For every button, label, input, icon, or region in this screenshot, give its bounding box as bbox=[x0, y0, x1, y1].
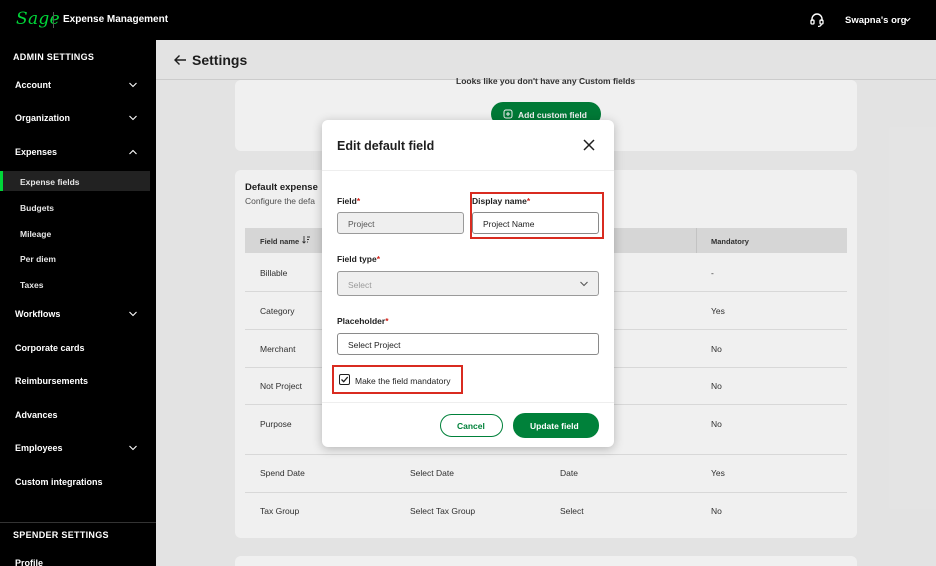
sidebar-item-label: Mileage bbox=[20, 229, 52, 239]
sidebar-item-custom-integrations[interactable]: Custom integrations bbox=[0, 472, 156, 492]
field-type-label-text: Field type bbox=[337, 254, 377, 264]
sidebar-item-label: Custom integrations bbox=[15, 477, 103, 487]
sidebar-item-corporate-cards[interactable]: Corporate cards bbox=[0, 338, 156, 358]
chevron-down-icon bbox=[129, 115, 137, 121]
modal-title: Edit default field bbox=[337, 139, 435, 153]
chevron-down-icon[interactable] bbox=[903, 15, 912, 24]
app-title: Expense Management bbox=[63, 14, 169, 25]
required-mark: * bbox=[385, 316, 389, 326]
sidebar-item-workflows[interactable]: Workflows bbox=[0, 304, 156, 324]
modal-divider bbox=[322, 170, 614, 171]
sidebar-item-profile[interactable]: Profile bbox=[0, 553, 156, 566]
placeholder-input[interactable]: Select Project bbox=[337, 333, 599, 355]
field-input: Project bbox=[337, 212, 464, 234]
sidebar-divider bbox=[0, 522, 156, 523]
sidebar-item-label: Expense fields bbox=[20, 177, 80, 187]
chevron-down-icon bbox=[129, 445, 137, 451]
sidebar-item-budgets[interactable]: Budgets bbox=[0, 197, 156, 217]
mandatory-checkbox-label[interactable]: Make the field mandatory bbox=[355, 376, 450, 386]
cancel-button[interactable]: Cancel bbox=[440, 414, 503, 437]
org-switcher[interactable]: Swapna's org bbox=[845, 15, 906, 26]
display-name-label-text: Display name bbox=[472, 196, 527, 206]
field-type-placeholder: Select bbox=[348, 280, 372, 290]
admin-settings-heading: ADMIN SETTINGS bbox=[13, 52, 95, 62]
sidebar-item-reimbursements[interactable]: Reimbursements bbox=[0, 371, 156, 391]
update-field-label: Update field bbox=[530, 421, 579, 431]
spender-settings-heading: SPENDER SETTINGS bbox=[13, 530, 109, 540]
close-icon[interactable] bbox=[582, 138, 596, 152]
sidebar-item-label: Workflows bbox=[15, 309, 61, 319]
display-name-input[interactable]: Project Name bbox=[472, 212, 599, 234]
sidebar-item-label: Taxes bbox=[20, 280, 44, 290]
required-mark: * bbox=[376, 254, 380, 264]
checkmark-icon bbox=[341, 376, 349, 383]
sidebar-item-expenses[interactable]: Expenses bbox=[0, 142, 156, 162]
chevron-down-icon bbox=[129, 311, 137, 317]
cancel-label: Cancel bbox=[457, 421, 485, 431]
chevron-up-icon bbox=[129, 149, 137, 155]
chevron-down-icon bbox=[580, 281, 588, 287]
field-type-label: Field type* bbox=[337, 254, 380, 264]
placeholder-label: Placeholder* bbox=[337, 316, 389, 326]
sidebar: ADMIN SETTINGS Account Organization Expe… bbox=[0, 40, 156, 566]
logo-divider bbox=[53, 12, 54, 28]
sidebar-item-label: Budgets bbox=[20, 203, 54, 213]
headset-icon[interactable] bbox=[809, 12, 825, 28]
display-name-label: Display name* bbox=[472, 196, 530, 206]
edit-field-modal: Edit default field Field* Project Displa… bbox=[322, 120, 614, 447]
sidebar-item-label: Advances bbox=[15, 410, 58, 420]
update-field-button[interactable]: Update field bbox=[513, 413, 599, 438]
sidebar-item-label: Profile bbox=[15, 558, 44, 566]
field-label-text: Field bbox=[337, 196, 357, 206]
sidebar-item-label: Corporate cards bbox=[15, 343, 85, 353]
sidebar-item-label: Employees bbox=[15, 443, 63, 453]
sidebar-item-taxes[interactable]: Taxes bbox=[0, 274, 156, 294]
sidebar-item-advances[interactable]: Advances bbox=[0, 405, 156, 425]
sidebar-item-expense-fields[interactable]: Expense fields bbox=[0, 171, 150, 191]
sidebar-item-per-diem[interactable]: Per diem bbox=[0, 248, 156, 268]
required-mark: * bbox=[356, 196, 361, 206]
sidebar-item-employees[interactable]: Employees bbox=[0, 438, 156, 458]
placeholder-label-text: Placeholder bbox=[337, 316, 386, 326]
field-type-select[interactable]: Select bbox=[337, 271, 599, 296]
sidebar-item-label: Organization bbox=[15, 113, 71, 123]
required-mark: * bbox=[526, 196, 531, 206]
display-name-value: Project Name bbox=[483, 219, 535, 229]
mandatory-checkbox[interactable] bbox=[339, 374, 350, 385]
sidebar-item-organization[interactable]: Organization bbox=[0, 108, 156, 128]
field-label: Field* bbox=[337, 196, 360, 206]
sidebar-item-label: Per diem bbox=[20, 254, 56, 264]
sidebar-item-label: Reimbursements bbox=[15, 376, 89, 386]
sidebar-item-mileage[interactable]: Mileage bbox=[0, 223, 156, 243]
top-bar: Sage Expense Management Swapna's org bbox=[0, 0, 936, 40]
placeholder-value: Select Project bbox=[348, 340, 401, 350]
chevron-down-icon bbox=[129, 82, 137, 88]
sidebar-item-account[interactable]: Account bbox=[0, 75, 156, 95]
field-input-value: Project bbox=[348, 219, 375, 229]
modal-divider bbox=[322, 402, 614, 403]
sidebar-item-label: Account bbox=[15, 80, 51, 90]
sidebar-item-label: Expenses bbox=[15, 147, 58, 157]
